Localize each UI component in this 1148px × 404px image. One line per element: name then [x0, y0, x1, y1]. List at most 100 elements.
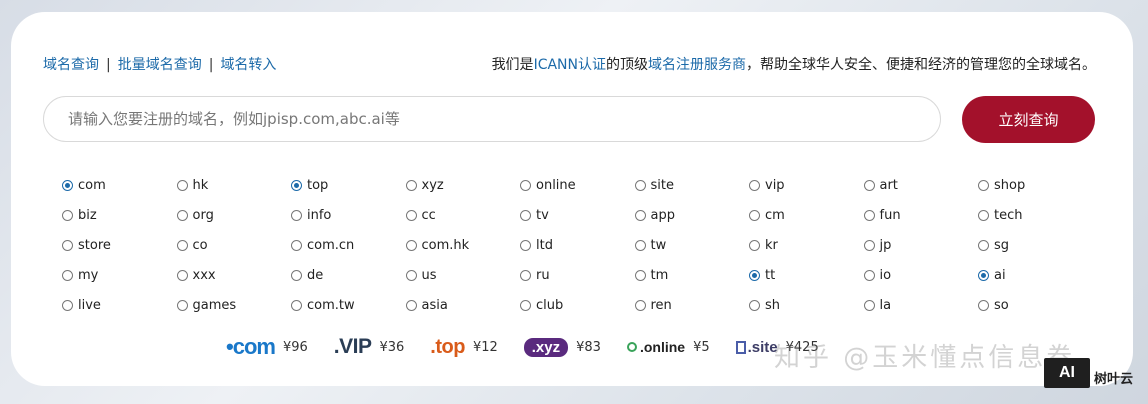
- suffix-option-kr[interactable]: kr: [749, 230, 864, 260]
- radio-unchecked-icon[interactable]: [863, 239, 875, 251]
- radio-unchecked-icon[interactable]: [634, 179, 646, 191]
- nav-domain-query[interactable]: 域名查询: [43, 57, 99, 73]
- icann-link[interactable]: ICANN认证: [534, 57, 606, 73]
- radio-checked-icon[interactable]: [62, 179, 73, 191]
- suffix-option-live[interactable]: live: [62, 290, 177, 320]
- radio-unchecked-icon[interactable]: [634, 209, 646, 221]
- radio-unchecked-icon[interactable]: [634, 299, 646, 311]
- radio-unchecked-icon[interactable]: [176, 239, 188, 251]
- suffix-option-co[interactable]: co: [176, 230, 292, 260]
- radio-unchecked-icon[interactable]: [62, 239, 73, 251]
- radio-unchecked-icon[interactable]: [291, 209, 302, 221]
- suffix-option-ai[interactable]: ai: [978, 260, 1093, 290]
- suffix-option-la[interactable]: la: [863, 290, 979, 320]
- suffix-option-fun[interactable]: fun: [863, 200, 979, 230]
- radio-unchecked-icon[interactable]: [291, 269, 302, 281]
- suffix-option-games[interactable]: games: [176, 290, 292, 320]
- radio-checked-icon[interactable]: [978, 269, 989, 281]
- suffix-option-us[interactable]: us: [405, 260, 521, 290]
- suffix-option-sh[interactable]: sh: [749, 290, 864, 320]
- radio-unchecked-icon[interactable]: [863, 269, 875, 281]
- suffix-option-com-cn[interactable]: com.cn: [291, 230, 406, 260]
- price-item-online[interactable]: .online ¥5: [626, 339, 710, 355]
- radio-unchecked-icon[interactable]: [520, 209, 531, 221]
- price-item-com[interactable]: •com ¥96: [226, 334, 308, 360]
- radio-unchecked-icon[interactable]: [520, 299, 531, 311]
- radio-checked-icon[interactable]: [291, 179, 302, 191]
- suffix-option-tm[interactable]: tm: [634, 260, 750, 290]
- radio-unchecked-icon[interactable]: [634, 239, 646, 251]
- radio-unchecked-icon[interactable]: [749, 299, 760, 311]
- radio-unchecked-icon[interactable]: [520, 179, 531, 191]
- suffix-option-cm[interactable]: cm: [749, 200, 864, 230]
- radio-unchecked-icon[interactable]: [863, 209, 875, 221]
- radio-unchecked-icon[interactable]: [634, 269, 646, 281]
- suffix-option-com[interactable]: com: [62, 170, 177, 200]
- suffix-option-app[interactable]: app: [634, 200, 750, 230]
- price-item-top[interactable]: .top ¥12: [430, 336, 497, 359]
- nav-bulk-query[interactable]: 批量域名查询: [118, 57, 202, 73]
- radio-unchecked-icon[interactable]: [176, 269, 188, 281]
- radio-unchecked-icon[interactable]: [405, 269, 417, 281]
- suffix-option-io[interactable]: io: [863, 260, 979, 290]
- radio-unchecked-icon[interactable]: [978, 209, 989, 221]
- suffix-option-de[interactable]: de: [291, 260, 406, 290]
- suffix-option-xxx[interactable]: xxx: [176, 260, 292, 290]
- nav-domain-transfer[interactable]: 域名转入: [220, 57, 276, 73]
- suffix-option-vip[interactable]: vip: [749, 170, 864, 200]
- suffix-option-my[interactable]: my: [62, 260, 177, 290]
- domain-search-input[interactable]: [43, 96, 941, 142]
- radio-unchecked-icon[interactable]: [405, 209, 417, 221]
- radio-unchecked-icon[interactable]: [62, 299, 73, 311]
- radio-unchecked-icon[interactable]: [176, 209, 188, 221]
- radio-unchecked-icon[interactable]: [520, 239, 531, 251]
- suffix-option-com-tw[interactable]: com.tw: [291, 290, 406, 320]
- suffix-option-online[interactable]: online: [520, 170, 635, 200]
- radio-unchecked-icon[interactable]: [978, 239, 989, 251]
- radio-checked-icon[interactable]: [749, 269, 760, 281]
- suffix-option-asia[interactable]: asia: [405, 290, 521, 320]
- suffix-option-org[interactable]: org: [176, 200, 292, 230]
- suffix-option-site[interactable]: site: [634, 170, 750, 200]
- suffix-option-so[interactable]: so: [978, 290, 1093, 320]
- price-item-vip[interactable]: .VIP ¥36: [334, 335, 405, 359]
- suffix-option-top[interactable]: top: [291, 170, 406, 200]
- radio-unchecked-icon[interactable]: [405, 299, 417, 311]
- radio-unchecked-icon[interactable]: [176, 179, 188, 191]
- radio-unchecked-icon[interactable]: [520, 269, 531, 281]
- search-button[interactable]: 立刻查询: [962, 96, 1095, 143]
- suffix-option-ru[interactable]: ru: [520, 260, 635, 290]
- radio-unchecked-icon[interactable]: [749, 209, 760, 221]
- suffix-option-store[interactable]: store: [62, 230, 177, 260]
- suffix-option-tt[interactable]: tt: [749, 260, 864, 290]
- radio-unchecked-icon[interactable]: [863, 179, 875, 191]
- radio-unchecked-icon[interactable]: [405, 239, 417, 251]
- radio-unchecked-icon[interactable]: [291, 239, 302, 251]
- suffix-option-club[interactable]: club: [520, 290, 635, 320]
- suffix-option-biz[interactable]: biz: [62, 200, 177, 230]
- registrar-link[interactable]: 域名注册服务商: [648, 57, 746, 73]
- radio-unchecked-icon[interactable]: [978, 179, 989, 191]
- suffix-option-xyz[interactable]: xyz: [405, 170, 521, 200]
- suffix-option-shop[interactable]: shop: [978, 170, 1093, 200]
- suffix-option-ren[interactable]: ren: [634, 290, 750, 320]
- radio-unchecked-icon[interactable]: [978, 299, 989, 311]
- radio-unchecked-icon[interactable]: [749, 239, 760, 251]
- suffix-option-tv[interactable]: tv: [520, 200, 635, 230]
- suffix-option-sg[interactable]: sg: [978, 230, 1093, 260]
- suffix-option-tech[interactable]: tech: [978, 200, 1093, 230]
- suffix-option-com-hk[interactable]: com.hk: [405, 230, 521, 260]
- radio-unchecked-icon[interactable]: [291, 299, 302, 311]
- price-item-xyz[interactable]: .xyz ¥83: [523, 337, 601, 357]
- radio-unchecked-icon[interactable]: [62, 269, 73, 281]
- radio-unchecked-icon[interactable]: [176, 299, 188, 311]
- suffix-option-cc[interactable]: cc: [405, 200, 521, 230]
- suffix-option-info[interactable]: info: [291, 200, 406, 230]
- suffix-option-hk[interactable]: hk: [176, 170, 292, 200]
- radio-unchecked-icon[interactable]: [749, 179, 760, 191]
- radio-unchecked-icon[interactable]: [62, 209, 73, 221]
- suffix-option-jp[interactable]: jp: [863, 230, 979, 260]
- suffix-option-ltd[interactable]: ltd: [520, 230, 635, 260]
- suffix-option-art[interactable]: art: [863, 170, 979, 200]
- suffix-option-tw[interactable]: tw: [634, 230, 750, 260]
